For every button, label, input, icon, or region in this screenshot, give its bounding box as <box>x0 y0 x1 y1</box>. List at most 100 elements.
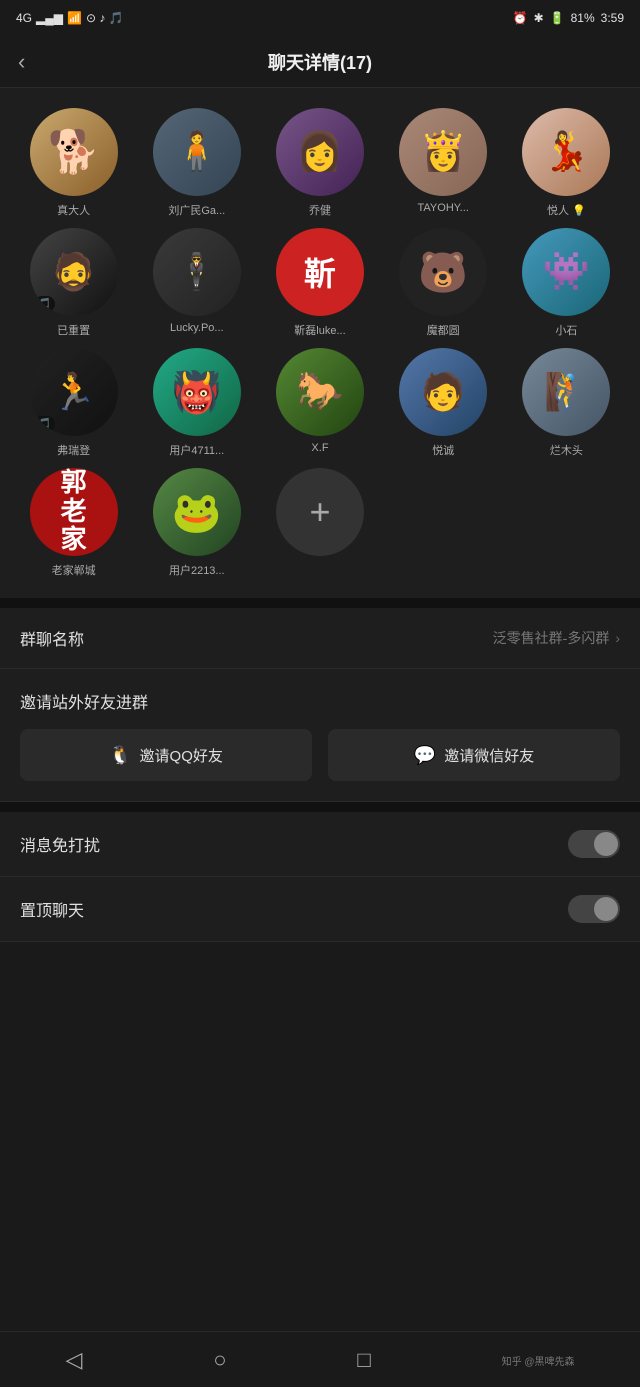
member-name: 乔健 <box>275 202 365 218</box>
chevron-right-icon: › <box>615 630 620 646</box>
avatar: 🐻 <box>399 228 487 316</box>
avatar: 🐕 <box>30 108 118 196</box>
avatar: 🏃 🎵 <box>30 348 118 436</box>
member-item[interactable]: 👹 用户4711... <box>139 348 254 458</box>
settings-section: 群聊名称 泛零售社群-多闪群 › 邀请站外好友进群 🐧 邀请QQ好友 💬 邀请微… <box>0 608 640 942</box>
member-section: 🐕 真大人 🧍 刘广民Ga... 👩 乔健 👸 TA <box>0 88 640 598</box>
member-item[interactable]: 🐸 用户2213... <box>139 468 254 578</box>
nav-home-button[interactable]: ○ <box>213 1347 226 1373</box>
wifi-icon: 📶 <box>67 11 82 25</box>
battery-percent: 81% <box>571 11 595 25</box>
nav-back-button[interactable]: ◁ <box>65 1347 82 1373</box>
do-not-disturb-toggle[interactable] <box>568 830 620 858</box>
invite-qq-label: 邀请QQ好友 <box>140 745 223 766</box>
member-item[interactable]: 郭老家 老家郸城 <box>16 468 131 578</box>
bottom-navigation: ◁ ○ □ 知乎 @黑啤先森 <box>0 1331 640 1387</box>
avatar: 郭老家 <box>30 468 118 556</box>
member-item[interactable]: 🧍 刘广民Ga... <box>139 108 254 218</box>
avatar: 👩 <box>276 108 364 196</box>
plus-icon: + <box>309 491 330 533</box>
status-left: 4G ▂▄▆ 📶 ⊙ ♪ 🎵 <box>16 11 124 25</box>
member-item[interactable]: 👸 TAYOHY... <box>386 108 501 218</box>
alarm-icon: ⏰ <box>513 11 528 25</box>
pin-chat-toggle[interactable] <box>568 895 620 923</box>
signal-icon: 4G <box>16 11 32 25</box>
member-item[interactable]: 🧑 悦诚 <box>386 348 501 458</box>
signal-bars: ▂▄▆ <box>36 11 63 25</box>
home-nav-icon: ○ <box>213 1347 226 1373</box>
qq-icon: 🐧 <box>109 745 131 766</box>
section-divider-2 <box>0 802 640 812</box>
member-name: 靳磊luke... <box>275 322 365 338</box>
status-bar: 4G ▂▄▆ 📶 ⊙ ♪ 🎵 ⏰ ✱ 🔋 81% 3:59 <box>0 0 640 36</box>
status-right: ⏰ ✱ 🔋 81% 3:59 <box>513 11 624 25</box>
back-button[interactable]: ‹ <box>18 49 25 75</box>
recent-nav-icon: □ <box>357 1347 370 1373</box>
bluetooth-icon: ✱ <box>534 11 544 25</box>
member-name: X.F <box>275 442 365 454</box>
member-name: TAYOHY... <box>398 202 488 214</box>
member-item[interactable]: 💃 悦人 💡 <box>509 108 624 218</box>
avatar: 💃 <box>522 108 610 196</box>
extra-icons: ⊙ ♪ 🎵 <box>86 11 124 25</box>
member-name: 小石 <box>521 322 611 338</box>
do-not-disturb-label: 消息免打扰 <box>20 832 100 856</box>
avatar: 🧔 🎵 <box>30 228 118 316</box>
group-name-text: 泛零售社群-多闪群 <box>493 628 610 648</box>
invite-section: 邀请站外好友进群 🐧 邀请QQ好友 💬 邀请微信好友 <box>0 669 640 802</box>
watermark-text: 知乎 @黑啤先森 <box>502 1353 575 1368</box>
member-item[interactable]: 👩 乔健 <box>262 108 377 218</box>
add-member-button[interactable]: + <box>276 468 364 556</box>
wechat-icon: 💬 <box>414 745 436 766</box>
nav-recent-button[interactable]: □ <box>357 1347 370 1373</box>
avatar: 🧑 <box>399 348 487 436</box>
group-name-value: 泛零售社群-多闪群 › <box>493 628 620 648</box>
time: 3:59 <box>601 11 624 25</box>
do-not-disturb-row[interactable]: 消息免打扰 <box>0 812 640 877</box>
member-item[interactable]: 👾 小石 <box>509 228 624 338</box>
member-item[interactable]: 🐕 真大人 <box>16 108 131 218</box>
avatar: 靳 <box>276 228 364 316</box>
header: ‹ 聊天详情(17) <box>0 36 640 88</box>
member-name: 魔都圆 <box>398 322 488 338</box>
member-item[interactable]: 🏃 🎵 弗瑞登 <box>16 348 131 458</box>
member-item[interactable]: 🕴️ Lucky.Po... <box>139 228 254 338</box>
member-item[interactable]: 🐎 X.F <box>262 348 377 458</box>
pin-chat-label: 置顶聊天 <box>20 897 84 921</box>
member-item[interactable]: 靳 靳磊luke... <box>262 228 377 338</box>
invite-wechat-label: 邀请微信好友 <box>444 745 534 766</box>
group-name-label: 群聊名称 <box>20 626 84 650</box>
invite-qq-button[interactable]: 🐧 邀请QQ好友 <box>20 729 312 781</box>
avatar: 🕴️ <box>153 228 241 316</box>
avatar: 👹 <box>153 348 241 436</box>
member-grid: 🐕 真大人 🧍 刘广民Ga... 👩 乔健 👸 TA <box>16 108 624 588</box>
avatar: 🐸 <box>153 468 241 556</box>
member-name: 老家郸城 <box>29 562 119 578</box>
group-name-row[interactable]: 群聊名称 泛零售社群-多闪群 › <box>0 608 640 669</box>
member-item[interactable]: 🧔 🎵 已重置 <box>16 228 131 338</box>
avatar: 🧍 <box>153 108 241 196</box>
member-item[interactable]: 🐻 魔都圆 <box>386 228 501 338</box>
avatar: 🧗 <box>522 348 610 436</box>
member-name: Lucky.Po... <box>152 322 242 334</box>
add-member-item[interactable]: + <box>262 468 377 578</box>
invite-buttons: 🐧 邀请QQ好友 💬 邀请微信好友 <box>20 729 620 781</box>
page-title: 聊天详情(17) <box>268 49 372 75</box>
member-item[interactable]: 🧗 烂木头 <box>509 348 624 458</box>
avatar: 👾 <box>522 228 610 316</box>
member-name: 烂木头 <box>521 442 611 458</box>
pin-chat-row[interactable]: 置顶聊天 <box>0 877 640 942</box>
nav-zhihu-watermark: 知乎 @黑啤先森 <box>502 1352 575 1368</box>
member-name: 真大人 <box>29 202 119 218</box>
member-name: 悦诚 <box>398 442 488 458</box>
section-divider <box>0 598 640 608</box>
invite-label: 邀请站外好友进群 <box>20 689 620 713</box>
member-name: 用户2213... <box>152 562 242 578</box>
member-name: 刘广民Ga... <box>152 202 242 218</box>
member-name: 已重置 <box>29 322 119 338</box>
invite-wechat-button[interactable]: 💬 邀请微信好友 <box>328 729 620 781</box>
back-nav-icon: ◁ <box>65 1347 82 1373</box>
member-name: 用户4711... <box>152 442 242 458</box>
avatar: 👸 <box>399 108 487 196</box>
battery-icon: 🔋 <box>550 11 565 25</box>
